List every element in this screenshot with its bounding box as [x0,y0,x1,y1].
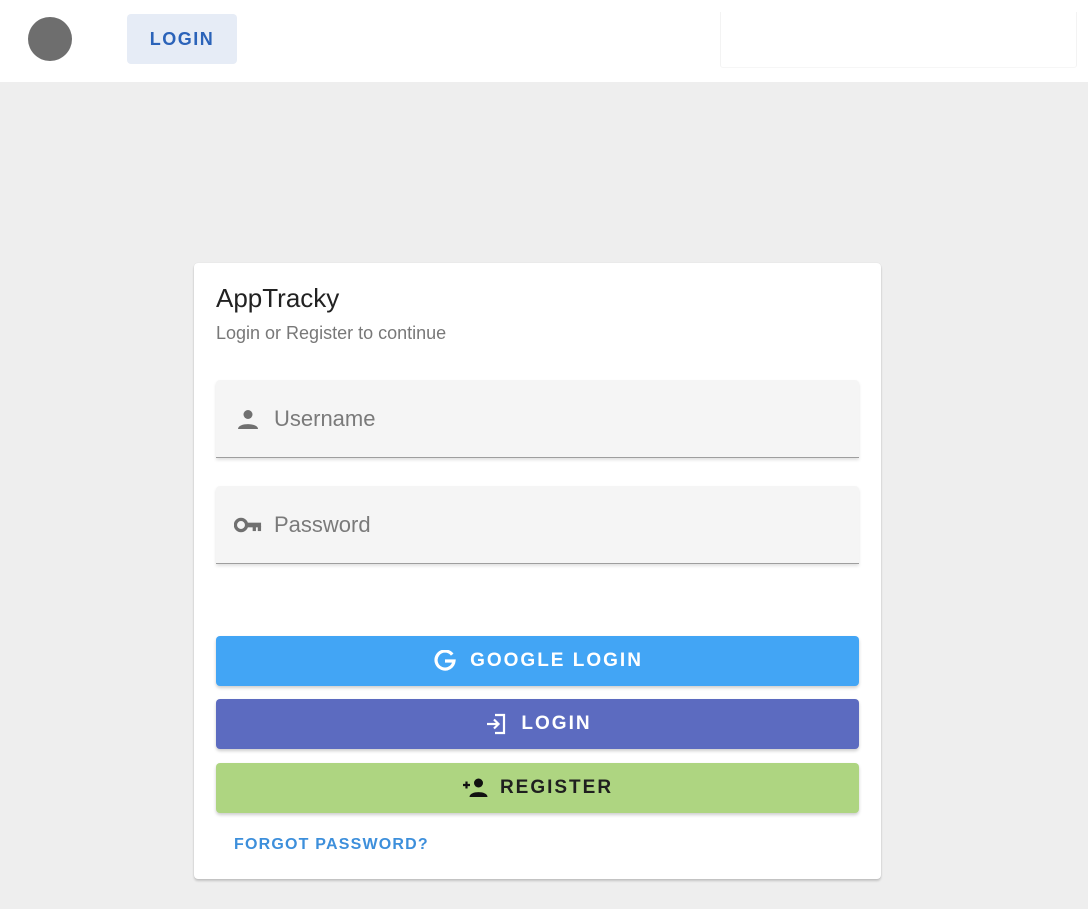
login-button[interactable]: LOGIN [216,699,859,749]
key-icon [234,513,262,537]
avatar[interactable] [28,17,72,61]
login-card: AppTracky Login or Register to continue [194,263,881,879]
header-login-button[interactable]: LOGIN [127,14,237,64]
google-login-button[interactable]: GOOGLE LOGIN [216,636,859,686]
password-input[interactable] [274,486,844,564]
username-input[interactable] [274,380,844,458]
person-icon [234,407,262,431]
register-button[interactable]: REGISTER [216,763,859,813]
google-icon [432,648,458,674]
app-bar: LOGIN [0,0,1088,82]
login-label: LOGIN [521,713,592,734]
google-login-label: GOOGLE LOGIN [470,650,643,671]
login-icon [483,711,509,737]
card-subtitle: Login or Register to continue [216,323,447,343]
forgot-password-link[interactable]: FORGOT PASSWORD? [234,836,429,854]
password-field[interactable] [216,486,859,564]
username-field[interactable] [216,380,859,458]
person-add-icon [462,775,488,801]
header-right-panel [720,12,1077,68]
register-label: REGISTER [499,777,614,798]
card-title: AppTracky [216,283,340,313]
